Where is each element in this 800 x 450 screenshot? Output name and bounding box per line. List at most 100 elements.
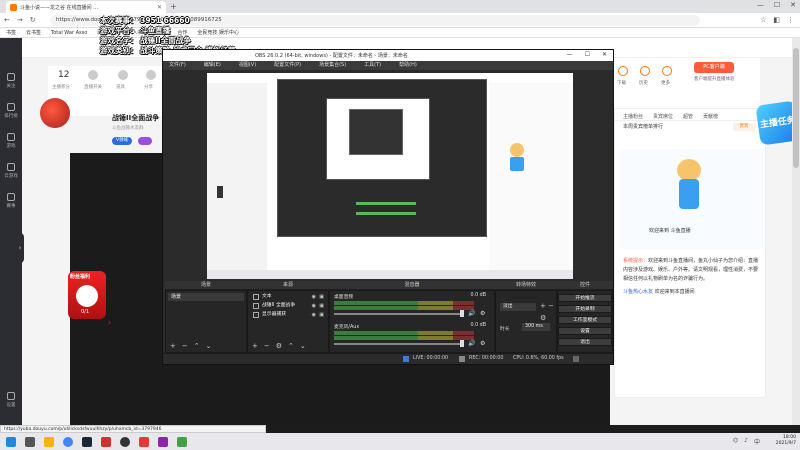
- menu-tools[interactable]: 工具(T): [364, 61, 381, 70]
- start-icon[interactable]: [6, 436, 16, 447]
- chat-username[interactable]: 斗鱼热心水友: [623, 289, 653, 295]
- nav-games[interactable]: 游戏: [0, 126, 22, 156]
- volume-fader[interactable]: [334, 343, 464, 345]
- new-tab-icon[interactable]: +: [170, 2, 177, 11]
- gear-icon[interactable]: ⚙: [480, 340, 485, 347]
- share-icon[interactable]: [146, 70, 156, 80]
- menu-edit[interactable]: 编辑(E): [204, 61, 221, 70]
- steam-icon[interactable]: [82, 436, 92, 447]
- back-icon[interactable]: ←: [4, 16, 10, 24]
- menu-file[interactable]: 文件(F): [169, 61, 186, 70]
- volume-fader[interactable]: [334, 313, 464, 315]
- nav-cloud-game[interactable]: 云游戏: [0, 156, 22, 186]
- gift-icon[interactable]: [118, 70, 128, 80]
- start-streaming-button[interactable]: 开始推流: [558, 294, 612, 302]
- resize-grip-icon[interactable]: [573, 356, 579, 362]
- nav-follow[interactable]: 关注: [0, 66, 22, 96]
- history-icon[interactable]: [640, 66, 650, 76]
- source-item[interactable]: 显示器捕获 ◉ ▣: [250, 311, 326, 319]
- add-icon[interactable]: +: [170, 342, 176, 350]
- tab-contrib[interactable]: 贡献榜: [703, 113, 718, 120]
- volume-icon[interactable]: ♪: [744, 437, 748, 446]
- menu-view[interactable]: 视图(V): [239, 61, 256, 70]
- bookmark-item[interactable]: 云书签: [26, 28, 41, 37]
- reload-icon[interactable]: ↻: [30, 16, 36, 24]
- transition-remove-icon[interactable]: −: [548, 302, 554, 310]
- maximize-icon[interactable]: ☐: [585, 51, 590, 58]
- nav-settings[interactable]: 设置: [0, 385, 22, 415]
- rank-button[interactable]: 贵宾: [733, 123, 755, 131]
- star-icon[interactable]: ☆: [760, 16, 766, 24]
- tab-fans[interactable]: 主播粉丝: [623, 113, 643, 120]
- scene-item[interactable]: 场景: [168, 293, 244, 301]
- nav-events[interactable]: 赛事: [0, 186, 22, 216]
- move-down-icon[interactable]: ⌄: [206, 342, 212, 350]
- gear-icon[interactable]: ⚙: [480, 310, 485, 317]
- pc-client-button[interactable]: PC客户端: [694, 62, 734, 73]
- scroll-thumb[interactable]: [793, 48, 799, 168]
- forward-icon[interactable]: →: [17, 16, 23, 24]
- file-explorer-icon[interactable]: [44, 436, 54, 447]
- fan-benefit-card[interactable]: 粉丝福利 0/1: [68, 271, 106, 319]
- settings-button[interactable]: 设置: [558, 327, 612, 335]
- remove-icon[interactable]: −: [264, 342, 270, 350]
- eye-icon[interactable]: ◉: [312, 302, 316, 310]
- clock[interactable]: 18:00 2021/9/7: [776, 435, 796, 447]
- eye-icon[interactable]: ◉: [312, 311, 316, 319]
- chrome-icon[interactable]: [63, 436, 73, 447]
- gear-icon[interactable]: ⚙: [276, 342, 282, 350]
- tab-admin[interactable]: 超管: [683, 113, 693, 120]
- move-up-icon[interactable]: ⌃: [288, 342, 294, 350]
- menu-profile[interactable]: 配置文件(P): [274, 61, 301, 70]
- minimize-icon[interactable]: —: [567, 51, 573, 58]
- volume-knob[interactable]: [460, 310, 464, 317]
- studio-mode-button[interactable]: 工作室模式: [558, 316, 612, 324]
- source-item[interactable]: 战锤II 全面战争 ◉ ▣: [250, 302, 326, 310]
- menu-scene-collection[interactable]: 场景集合(S): [319, 61, 346, 70]
- menu-help[interactable]: 帮助(H): [399, 61, 417, 70]
- transition-gear-icon[interactable]: ⚙: [540, 314, 546, 322]
- download-icon[interactable]: [618, 66, 628, 76]
- speaker-icon[interactable]: 🔊: [468, 310, 475, 317]
- task-view-icon[interactable]: [25, 436, 35, 447]
- exit-button[interactable]: 退出: [558, 338, 612, 346]
- bookmark-item[interactable]: 书签: [6, 28, 16, 37]
- maximize-icon[interactable]: ☐: [774, 1, 780, 9]
- transition-add-icon[interactable]: +: [540, 302, 546, 310]
- browser-tab[interactable]: 斗鱼小说——龙之谷 在线直播间 ... ✕: [6, 1, 166, 13]
- minimize-icon[interactable]: —: [757, 1, 764, 9]
- duration-input[interactable]: 300 ms: [522, 323, 550, 331]
- game-app-icon[interactable]: [101, 436, 111, 447]
- extension-icon[interactable]: ◧: [773, 16, 780, 24]
- menu-icon[interactable]: ⋮: [787, 16, 794, 24]
- network-icon[interactable]: ⌬: [733, 437, 738, 446]
- start-recording-button[interactable]: 开始录制: [558, 305, 612, 313]
- eye-icon[interactable]: ◉: [312, 293, 316, 301]
- transition-select[interactable]: 淡出: [500, 303, 536, 311]
- more-icon[interactable]: [662, 66, 672, 76]
- collapse-handle[interactable]: ›: [16, 233, 24, 263]
- lock-icon[interactable]: ▣: [319, 311, 324, 319]
- remove-icon[interactable]: −: [182, 342, 188, 350]
- close-tab-icon[interactable]: ✕: [157, 4, 162, 11]
- volume-knob[interactable]: [460, 340, 464, 347]
- live-icon[interactable]: [88, 70, 98, 80]
- tab-vip[interactable]: 贵宾席位: [653, 113, 673, 120]
- page-scrollbar[interactable]: [792, 38, 800, 425]
- lock-icon[interactable]: ▣: [319, 302, 324, 310]
- douyu-app-icon[interactable]: [139, 436, 149, 447]
- obs-icon[interactable]: [120, 436, 130, 447]
- nav-rank[interactable]: 排行榜: [0, 96, 22, 126]
- media-app-icon[interactable]: [158, 436, 168, 447]
- bookmark-item[interactable]: 全民竞技 娱乐中心: [197, 28, 239, 37]
- close-icon[interactable]: ✕: [790, 1, 796, 9]
- chevron-right-icon[interactable]: ›: [108, 318, 111, 327]
- preview-resize-handle[interactable]: [217, 186, 223, 198]
- v-badge[interactable]: V领域: [112, 137, 132, 145]
- bookmark-item[interactable]: Total War Asso: [51, 28, 87, 37]
- ime-icon[interactable]: 中: [754, 437, 760, 446]
- streamer-avatar[interactable]: [40, 98, 70, 128]
- chat-app-icon[interactable]: [177, 436, 187, 447]
- close-icon[interactable]: ✕: [602, 51, 607, 58]
- source-item[interactable]: 文本 ◉ ▣: [250, 293, 326, 301]
